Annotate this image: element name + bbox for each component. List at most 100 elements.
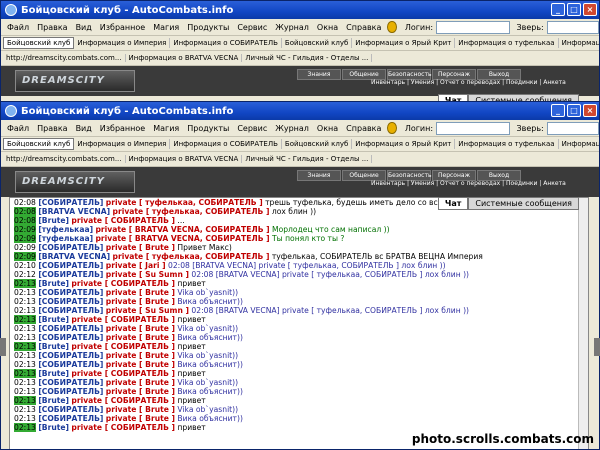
- address-link-1[interactable]: Информация о BRATVA VECNA: [126, 155, 243, 163]
- link-4[interactable]: Информация о Ярый Крит: [352, 38, 456, 48]
- nav-knowledge[interactable]: Знания: [297, 170, 341, 181]
- right-side-arrow[interactable]: [594, 338, 600, 356]
- chat-nick[interactable]: [туфелькаа]: [38, 225, 93, 234]
- link-6[interactable]: Информация о торка: [559, 38, 599, 48]
- nav-knowledge[interactable]: Знания: [297, 69, 341, 80]
- menu-help[interactable]: Справка: [342, 124, 385, 133]
- login-field[interactable]: [436, 20, 511, 34]
- link-1[interactable]: Информация о Империя: [74, 38, 171, 48]
- chat-nick[interactable]: [СОБИРАТЕЛЬ]: [38, 333, 103, 342]
- chat-nick[interactable]: [Brute]: [38, 315, 69, 324]
- chat-message: 02:13 [СОБИРАТЕЛЬ] private [ Brute ] Вик…: [10, 414, 588, 423]
- chat-time: 02:13: [14, 306, 36, 315]
- chat-nick[interactable]: [Brute]: [38, 342, 69, 351]
- chat-nick[interactable]: [Brute]: [38, 369, 69, 378]
- chat-private-recipients: private [ СОБИРАТЕЛЬ ]: [71, 396, 175, 405]
- chat-nick[interactable]: [Brute]: [38, 423, 69, 432]
- menu-magic[interactable]: Магия: [149, 23, 183, 32]
- chat-nick[interactable]: [СОБИРАТЕЛЬ]: [38, 270, 103, 279]
- chat-nick[interactable]: [туфелькаа]: [38, 234, 93, 243]
- chat-nick[interactable]: [Brute]: [38, 279, 69, 288]
- link-2[interactable]: Информация о СОБИРАТЕЛЬ: [170, 38, 282, 48]
- address-link-2[interactable]: Личный ЧС - Гильдия - Отделы ...: [242, 155, 373, 163]
- beast-select[interactable]: [546, 20, 599, 34]
- chat-text: Морлодец что сам написал )): [272, 225, 390, 234]
- maximize-button[interactable]: □: [567, 3, 581, 16]
- link-6[interactable]: Информация о торка: [559, 139, 599, 149]
- menu-view[interactable]: Вид: [72, 124, 96, 133]
- chat-nick[interactable]: [СОБИРАТЕЛЬ]: [38, 243, 103, 252]
- menu-products[interactable]: Продукты: [183, 124, 233, 133]
- chat-nick[interactable]: [СОБИРАТЕЛЬ]: [38, 387, 103, 396]
- menu-windows[interactable]: Окна: [313, 124, 342, 133]
- tab-system[interactable]: Системные сообщения: [468, 197, 579, 210]
- address-link-1[interactable]: Информация о BRATVA VECNA: [126, 54, 243, 62]
- menu-view[interactable]: Вид: [72, 23, 96, 32]
- chat-message: 02:09 [туфелькаа] private [ BRATVA VECNA…: [10, 234, 588, 243]
- chat-nick[interactable]: [СОБИРАТЕЛЬ]: [38, 414, 103, 423]
- menu-service[interactable]: Сервис: [233, 124, 271, 133]
- link-5[interactable]: Информация о туфелькаа: [455, 38, 559, 48]
- link-4[interactable]: Информация о Ярый Крит: [352, 139, 456, 149]
- chat-nick[interactable]: [СОБИРАТЕЛЬ]: [38, 198, 103, 207]
- menu-edit[interactable]: Правка: [33, 23, 71, 32]
- link-0[interactable]: Бойцовский клуб: [3, 37, 75, 49]
- link-0[interactable]: Бойцовский клуб: [3, 138, 75, 150]
- menu-file[interactable]: Файл: [3, 23, 33, 32]
- chat-time: 02:08: [14, 198, 36, 207]
- chat-nick[interactable]: [СОБИРАТЕЛЬ]: [38, 351, 103, 360]
- chat-nick[interactable]: [СОБИРАТЕЛЬ]: [38, 360, 103, 369]
- chat-tabs: Чат Системные сообщения: [437, 197, 579, 210]
- close-button[interactable]: ×: [583, 3, 597, 16]
- chat-nick[interactable]: [СОБИРАТЕЛЬ]: [38, 324, 103, 333]
- menu-windows[interactable]: Окна: [313, 23, 342, 32]
- chat-nick[interactable]: [Brute]: [38, 216, 69, 225]
- game-subnav[interactable]: Инвентарь | Умения | Отчет о переводах |…: [371, 180, 566, 187]
- menu-help[interactable]: Справка: [342, 23, 385, 32]
- chat-nick[interactable]: [BRATVA VECNA]: [38, 252, 110, 261]
- chat-nick[interactable]: [СОБИРАТЕЛЬ]: [38, 306, 103, 315]
- chat-nick[interactable]: [Brute]: [38, 396, 69, 405]
- address-link-2[interactable]: Личный ЧС - Гильдия - Отделы ...: [242, 54, 373, 62]
- link-3[interactable]: Бойцовский клуб: [282, 139, 353, 149]
- menu-service[interactable]: Сервис: [233, 23, 271, 32]
- minimize-button[interactable]: _: [551, 3, 565, 16]
- left-side-arrow[interactable]: [0, 338, 6, 356]
- tab-chat[interactable]: Чат: [437, 197, 469, 210]
- chat-nick[interactable]: [СОБИРАТЕЛЬ]: [38, 378, 103, 387]
- link-2[interactable]: Информация о СОБИРАТЕЛЬ: [170, 139, 282, 149]
- login-field[interactable]: [436, 121, 511, 135]
- chat-nick[interactable]: [СОБИРАТЕЛЬ]: [38, 405, 103, 414]
- chat-nick[interactable]: [СОБИРАТЕЛЬ]: [38, 297, 103, 306]
- chat-nick[interactable]: [СОБИРАТЕЛЬ]: [38, 261, 103, 270]
- menu-favorites[interactable]: Избранное: [96, 124, 149, 133]
- title-bar[interactable]: Бойцовский клуб - AutoCombats.info _ □ ×: [1, 1, 599, 19]
- link-1[interactable]: Информация о Империя: [74, 139, 171, 149]
- chat-text: Vika ob`yasnit)): [177, 288, 239, 297]
- chat-message: 02:13 [СОБИРАТЕЛЬ] private [ Brute ] Vik…: [10, 324, 588, 333]
- minimize-button[interactable]: _: [551, 104, 565, 117]
- chat-text: Ты понял кто ты ?: [272, 234, 345, 243]
- link-3[interactable]: Бойцовский клуб: [282, 38, 353, 48]
- beast-select[interactable]: [546, 121, 599, 135]
- sun-icon[interactable]: [387, 21, 397, 33]
- address-link-0[interactable]: http://dreamscity.combats.com...: [3, 54, 126, 62]
- address-link-0[interactable]: http://dreamscity.combats.com...: [3, 155, 126, 163]
- chat-nick[interactable]: [BRATVA VECNA]: [38, 207, 110, 216]
- close-button[interactable]: ×: [583, 104, 597, 117]
- menu-journal[interactable]: Журнал: [271, 23, 313, 32]
- title-bar[interactable]: Бойцовский клуб - AutoCombats.info _ □ ×: [1, 102, 599, 120]
- game-subnav[interactable]: Инвентарь | Умения | Отчет о переводах |…: [371, 79, 566, 86]
- menu-edit[interactable]: Правка: [33, 124, 71, 133]
- menu-magic[interactable]: Магия: [149, 124, 183, 133]
- link-5[interactable]: Информация о туфелькаа: [455, 139, 559, 149]
- maximize-button[interactable]: □: [567, 104, 581, 117]
- chat-nick[interactable]: [СОБИРАТЕЛЬ]: [38, 288, 103, 297]
- sun-icon[interactable]: [387, 122, 397, 134]
- menu-products[interactable]: Продукты: [183, 23, 233, 32]
- menu-favorites[interactable]: Избранное: [96, 23, 149, 32]
- chat-scrollbar[interactable]: [578, 198, 588, 449]
- chat-log[interactable]: 02:08 [СОБИРАТЕЛЬ] private [ туфелькаа, …: [9, 197, 589, 449]
- menu-journal[interactable]: Журнал: [271, 124, 313, 133]
- menu-file[interactable]: Файл: [3, 124, 33, 133]
